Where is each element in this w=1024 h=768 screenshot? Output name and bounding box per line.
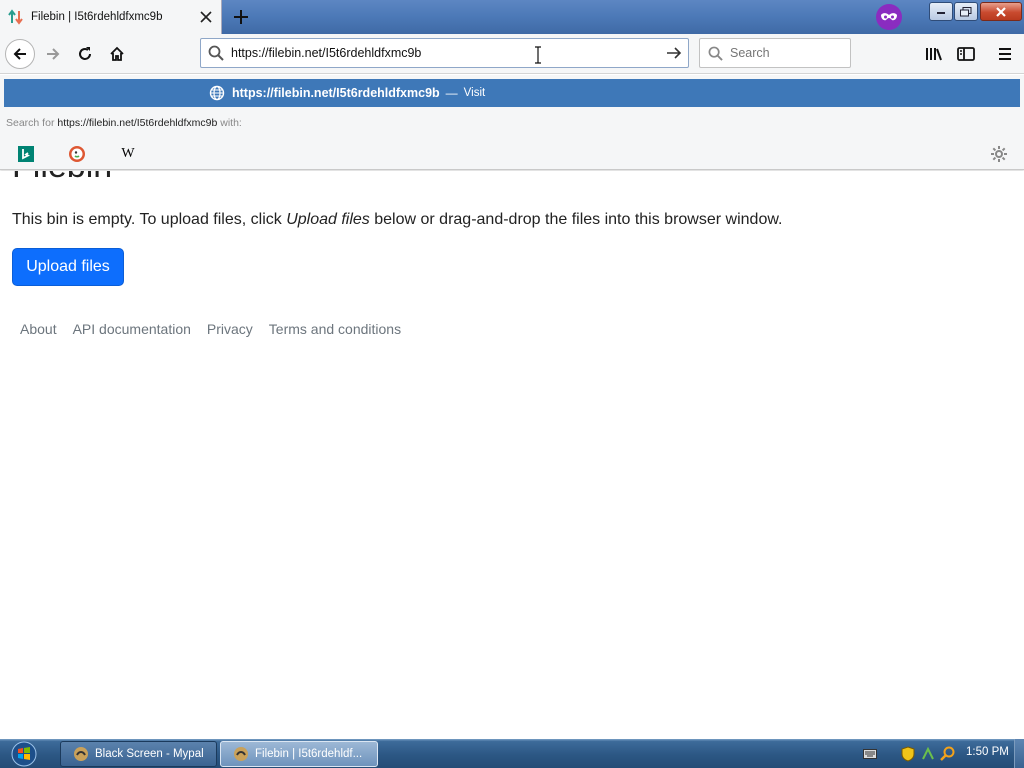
url-bar[interactable] [200,38,689,68]
bing-icon[interactable] [15,143,37,165]
footer-link-about[interactable]: About [20,321,57,337]
search-for-suffix: with: [220,117,242,129]
taskbar-item-black-screen[interactable]: Black Screen - Mypal [60,741,217,767]
upload-files-button[interactable]: Upload files [12,248,124,286]
visit-separator: — [445,86,458,100]
go-arrow-icon[interactable] [660,45,688,61]
page-content: Filebin This bin is empty. To upload fil… [0,171,1024,739]
search-for-query: https://filebin.net/I5t6rdehldfxmc9b [57,117,218,129]
search-icon [700,46,730,61]
text-cursor-icon [533,46,543,67]
desc-after: below or drag-and-drop the files into th… [369,211,783,228]
keyboard-icon[interactable] [862,746,878,762]
duckduckgo-icon[interactable] [66,143,88,165]
mypal-icon [73,746,89,762]
search-for-prefix: Search for [6,117,55,129]
desc-emphasis: Upload files [286,211,370,228]
tab-title: Filebin | I5t6rdehldfxmc9b [31,11,163,23]
desc-before: This bin is empty. To upload files, clic… [12,211,287,228]
taskbar-item-filebin[interactable]: Filebin | I5t6rdehldf... [220,741,378,767]
navigation-toolbar [0,34,1024,74]
footer-link-privacy[interactable]: Privacy [207,321,253,337]
mypal-icon [233,746,249,762]
footer-link-api-documentation[interactable]: API documentation [73,321,191,337]
footer-link-terms[interactable]: Terms and conditions [269,321,401,337]
search-icon [201,45,231,61]
window-close-button[interactable] [980,2,1022,21]
url-input[interactable] [231,40,660,66]
tab-strip: Filebin | I5t6rdehldfxmc9b [0,0,1024,34]
hamburger-menu-icon[interactable] [990,39,1020,69]
visit-url: https://filebin.net/I5t6rdehldfxmc9b [232,86,440,100]
filebin-favicon-icon [8,9,24,25]
search-input[interactable] [730,46,850,60]
page-title: Filebin [12,171,112,186]
close-icon[interactable] [195,6,217,28]
globe-icon [209,85,225,101]
library-icon[interactable] [919,39,949,69]
wikipedia-icon[interactable]: W [117,143,139,165]
gear-icon[interactable] [988,143,1010,165]
taskbar-item-label: Filebin | I5t6rdehldf... [255,748,363,760]
taskbar: Black Screen - Mypal Filebin | I5t6rdehl… [0,739,1024,768]
show-desktop-button[interactable] [1014,739,1024,768]
forward-button[interactable] [38,39,68,69]
search-bar[interactable] [699,38,851,68]
magnifier-icon[interactable] [940,746,956,762]
reload-button[interactable] [70,39,100,69]
network-icon[interactable] [920,746,936,762]
url-autocomplete-popup: https://filebin.net/I5t6rdehldfxmc9b — V… [0,75,1024,170]
page-description: This bin is empty. To upload files, clic… [12,211,782,229]
minimize-button[interactable] [929,2,953,21]
shield-icon[interactable] [900,745,916,762]
clock: 1:50 PM [966,746,1009,758]
tab-filebin[interactable]: Filebin | I5t6rdehldfxmc9b [0,0,222,34]
search-for-label: Search for https://filebin.net/I5t6rdehl… [6,117,242,129]
footer-links: About API documentation Privacy Terms an… [20,321,417,337]
new-tab-button[interactable] [229,5,253,29]
visit-suggestion-row[interactable]: https://filebin.net/I5t6rdehldfxmc9b — V… [4,79,1020,107]
maximize-button[interactable] [954,2,978,21]
system-tray [862,741,956,766]
search-engine-row: W [0,139,1024,167]
home-button[interactable] [102,39,132,69]
start-button[interactable] [8,740,40,767]
private-browsing-icon [876,4,902,30]
taskbar-item-label: Black Screen - Mypal [95,748,204,760]
sidebar-icon[interactable] [951,39,981,69]
visit-action: Visit [463,87,486,99]
back-button[interactable] [5,39,35,69]
